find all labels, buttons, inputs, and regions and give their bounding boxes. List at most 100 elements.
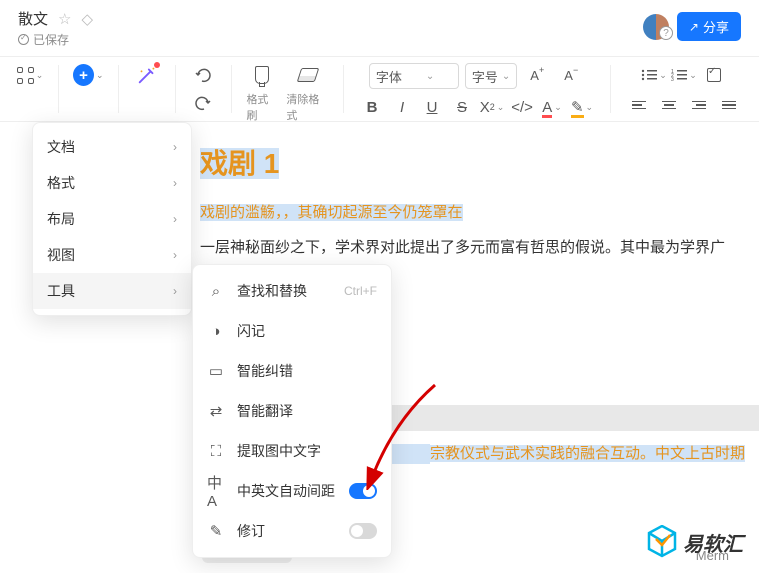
- font-color-button[interactable]: A⌄: [538, 95, 566, 119]
- dropdown-item-layout[interactable]: 布局 ›: [33, 201, 191, 237]
- plus-circle-icon: +: [73, 64, 94, 86]
- share-button[interactable]: ↗ 分享: [677, 12, 741, 41]
- dropdown-item-view[interactable]: 视图 ›: [33, 237, 191, 273]
- chevron-right-icon: ›: [173, 248, 177, 262]
- watermark: 易软汇: [647, 525, 743, 559]
- undo-group: [189, 63, 217, 115]
- main-dropdown: 文档 › 格式 › 布局 › 视图 › 工具›: [32, 122, 192, 316]
- submenu-translate[interactable]: ⇄ 智能翻译: [193, 391, 391, 431]
- dd-label: 视图: [47, 245, 75, 265]
- dd-label: 格式: [47, 173, 75, 193]
- titlebar: 散文 ☆ ◇ 已保存 ↗ 分享 ?: [0, 0, 759, 56]
- align-left-button[interactable]: [625, 93, 653, 117]
- dropdown-item-tools[interactable]: 工具›: [33, 273, 191, 309]
- add-button[interactable]: + ⌄: [73, 63, 104, 87]
- title-left: 散文 ☆ ◇ 已保存: [18, 8, 93, 48]
- dd-label: 布局: [47, 209, 75, 229]
- share-label: 分享: [703, 17, 729, 36]
- flash-icon: ◑: [207, 322, 225, 340]
- submenu-extract[interactable]: ⛶ 提取图中文字: [193, 431, 391, 471]
- submenu-correct[interactable]: ▭ 智能纠错: [193, 351, 391, 391]
- font-family-label: 字体: [376, 67, 402, 86]
- separator: [610, 65, 611, 113]
- paragraph-1[interactable]: 戏剧的滥觞，，其确切起源至今仍笼罩在: [200, 196, 759, 231]
- underline-button[interactable]: U: [418, 95, 446, 119]
- title-row: 散文 ☆ ◇: [18, 8, 93, 29]
- format-brush-label: 格式刷: [246, 91, 278, 123]
- strike-button[interactable]: S: [448, 95, 476, 119]
- saved-label: 已保存: [33, 31, 69, 48]
- dropdown-item-doc[interactable]: 文档 ›: [33, 129, 191, 165]
- separator: [343, 65, 344, 113]
- chevron-down-icon: ⌄: [96, 70, 104, 81]
- redo-button[interactable]: [189, 91, 217, 115]
- dropdown-item-format[interactable]: 格式 ›: [33, 165, 191, 201]
- format-brush-group: 格式刷: [246, 63, 278, 123]
- ai-button[interactable]: [133, 63, 161, 87]
- star-icon[interactable]: ☆: [58, 10, 71, 28]
- submenu-find-replace[interactable]: ⌕ 查找和替换 Ctrl+F: [193, 271, 391, 311]
- clear-format-label: 清除格式: [286, 91, 329, 123]
- sm-label: 智能纠错: [237, 361, 293, 381]
- checklist-button[interactable]: [700, 63, 728, 87]
- align-left-icon: [632, 101, 646, 110]
- code-button[interactable]: </>: [508, 95, 536, 119]
- format-brush-button[interactable]: [248, 63, 276, 87]
- saved-status: 已保存: [18, 31, 93, 48]
- blocks-button[interactable]: ⌄: [16, 63, 44, 87]
- title-right: ↗ 分享: [643, 12, 741, 41]
- highlighted-text: 戏剧的滥觞，，其确切起源至今仍笼罩在: [200, 204, 463, 221]
- chevron-down-icon: ⌄: [426, 71, 434, 82]
- superscript-button[interactable]: X2⌄: [478, 95, 506, 119]
- svg-text:3: 3: [671, 77, 674, 82]
- chevron-right-icon: ›: [173, 140, 177, 154]
- align-right-button[interactable]: [685, 93, 713, 117]
- decrease-size-button[interactable]: A−: [557, 63, 585, 87]
- search-icon: ⌕: [207, 282, 225, 300]
- sm-label: 提取图中文字: [237, 441, 321, 461]
- submenu-flash[interactable]: ◑ 闪记: [193, 311, 391, 351]
- toolbar: ⌄ + ⌄ 格式刷 清除格式 字: [0, 56, 759, 122]
- brush-icon: [255, 66, 269, 84]
- bullet-list-button[interactable]: ⌄: [640, 63, 668, 87]
- revise-icon: ✎: [207, 522, 225, 540]
- font-family-select[interactable]: 字体 ⌄: [369, 63, 459, 89]
- clear-format-button[interactable]: [294, 63, 322, 87]
- list-group: ⌄ 123⌄: [625, 63, 743, 117]
- separator: [175, 65, 176, 113]
- bold-button[interactable]: B: [358, 95, 386, 119]
- font-size-select[interactable]: 字号⌄: [465, 63, 517, 89]
- submenu-auto-space[interactable]: 中A 中英文自动间距: [193, 471, 391, 511]
- toggle-auto-space[interactable]: [349, 483, 377, 499]
- doc-title[interactable]: 散文: [18, 8, 48, 29]
- cloud-check-icon: [18, 34, 29, 45]
- sm-label: 中英文自动间距: [237, 481, 335, 501]
- heading-1[interactable]: 戏剧 1: [200, 138, 759, 186]
- toggle-revise[interactable]: [349, 523, 377, 539]
- increase-size-button[interactable]: A+: [523, 63, 551, 87]
- ordered-list-button[interactable]: 123⌄: [670, 63, 698, 87]
- sm-label: 智能翻译: [237, 401, 293, 421]
- bell-icon[interactable]: ◇: [81, 10, 93, 28]
- submenu-revise[interactable]: ✎ 修订: [193, 511, 391, 551]
- paragraph-2[interactable]: 一层神秘面纱之下，学术界对此提出了多元而富有哲思的假说。其中最为学界广: [200, 231, 759, 266]
- chevron-right-icon: ›: [173, 176, 177, 190]
- chevron-right-icon: ›: [173, 212, 177, 226]
- body-text: 一层神秘面纱之下，学术界对此提出了多元而富有哲思的假说。其中最为学界广: [200, 239, 725, 256]
- check-icon: [707, 68, 721, 82]
- chevron-down-icon: ⌄: [36, 70, 44, 81]
- align-justify-button[interactable]: [715, 93, 743, 117]
- highlight-button[interactable]: ✎⌄: [568, 95, 596, 119]
- spacing-icon: 中A: [207, 482, 225, 500]
- separator: [231, 65, 232, 113]
- help-icon[interactable]: ?: [659, 26, 673, 40]
- italic-button[interactable]: I: [388, 95, 416, 119]
- sm-label: 修订: [237, 521, 265, 541]
- share-icon: ↗: [689, 20, 699, 34]
- undo-button[interactable]: [189, 63, 217, 87]
- clear-format-group: 清除格式: [286, 63, 329, 123]
- chevron-right-icon: ›: [173, 284, 177, 298]
- align-justify-icon: [722, 101, 736, 110]
- dd-label: 文档: [47, 137, 75, 157]
- align-center-button[interactable]: [655, 93, 683, 117]
